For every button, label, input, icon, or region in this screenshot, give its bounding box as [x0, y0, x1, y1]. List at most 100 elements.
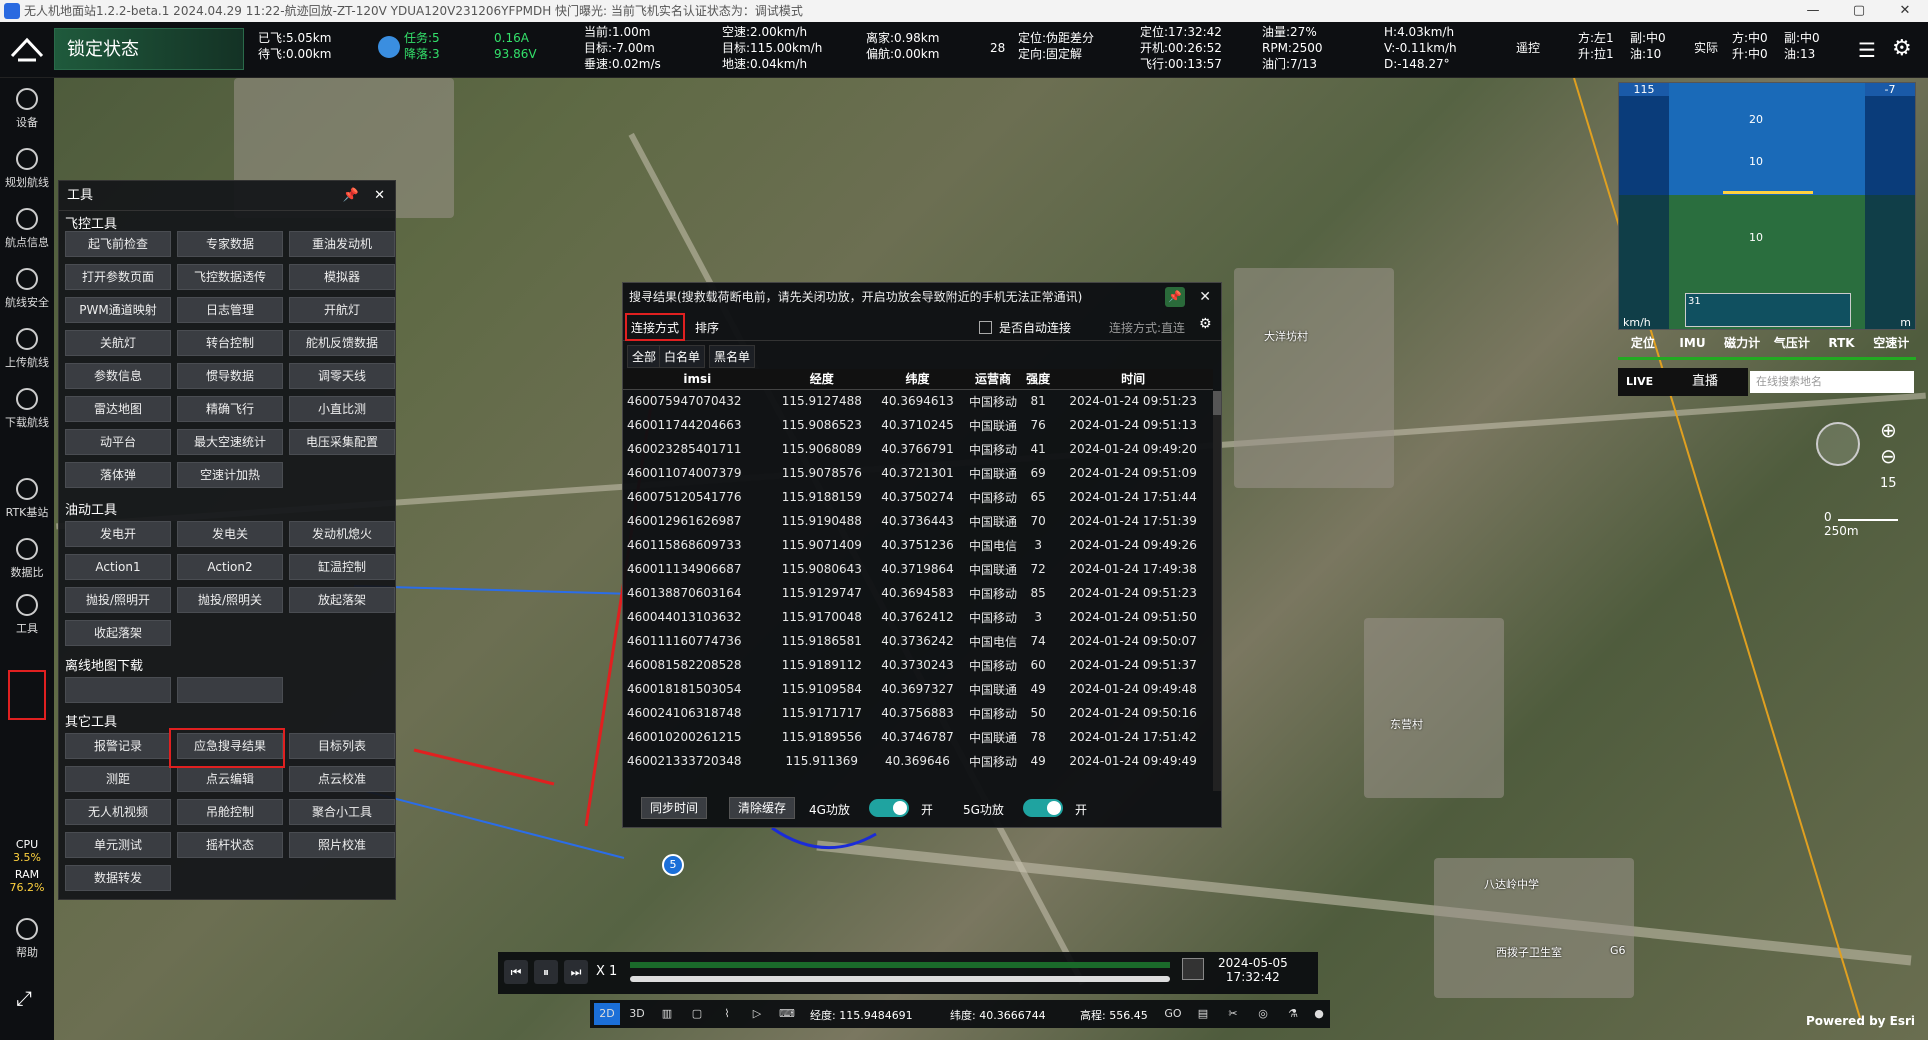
fc-tool-button[interactable]: 小直比测 [289, 396, 395, 422]
table-row[interactable]: 460081582208528 115.9189112 40.3730243 中国移动… [623, 653, 1213, 677]
oil-tool-button[interactable]: Action1 [65, 554, 171, 580]
other-tool-button[interactable]: 照片校准 [289, 832, 395, 858]
other-tool-button[interactable]: 测距 [65, 766, 171, 792]
nav-tools[interactable]: 工具 [0, 594, 54, 636]
table-row[interactable]: 460044013103632 115.9170048 40.3762412 中国移动… [623, 605, 1213, 629]
fc-tool-button[interactable]: 模拟器 [289, 264, 395, 290]
table-row[interactable]: 460021333720348 115.911369 40.369646 中国移动 49… [623, 749, 1213, 773]
table-row[interactable]: 460024106318748 115.9171717 40.3756883 中国移动… [623, 701, 1213, 725]
offline-tool-button[interactable] [177, 677, 283, 703]
fc-tool-button[interactable]: 落体弹 [65, 462, 171, 488]
pause-button[interactable]: ⏸ [534, 960, 558, 984]
keyboard-icon[interactable]: ⌨ [774, 1003, 800, 1025]
fc-tool-button[interactable]: 调零天线 [289, 363, 395, 389]
other-tool-button[interactable]: 点云编辑 [177, 766, 283, 792]
fc-tool-button[interactable]: 舵机反馈数据 [289, 330, 395, 356]
measure-icon[interactable]: ⌇ [714, 1003, 740, 1025]
fc-tool-button[interactable]: 起飞前检查 [65, 231, 171, 257]
other-tool-button[interactable]: 无人机视频 [65, 799, 171, 825]
globe-icon[interactable]: ● [1306, 1003, 1332, 1025]
filter-all[interactable]: 全部 [627, 345, 662, 368]
table-scrollbar[interactable] [1213, 391, 1221, 791]
table-row[interactable]: 460018181503054 115.9109584 40.3697327 中国联通… [623, 677, 1213, 701]
table-row[interactable]: 460010200261215 115.9189556 40.3746787 中国联通… [623, 725, 1213, 749]
oil-tool-button[interactable]: 发电关 [177, 521, 283, 547]
go-button[interactable]: GO [1160, 1003, 1186, 1025]
zoom-out-button[interactable]: ⊖ [1880, 444, 1897, 468]
other-tool-button[interactable]: 吊舱控制 [177, 799, 283, 825]
table-row[interactable]: 460011134906687 115.9080643 40.3719864 中国联通… [623, 557, 1213, 581]
column-header[interactable]: 时间 [1053, 369, 1213, 390]
oil-tool-button[interactable]: Action2 [177, 554, 283, 580]
zoom-in-button[interactable]: ⊕ [1880, 418, 1897, 442]
nav-help[interactable]: 帮助 [0, 918, 54, 960]
column-header[interactable]: 经度 [771, 369, 873, 390]
other-tool-button[interactable]: 聚合小工具 [289, 799, 395, 825]
fc-tool-button[interactable]: 转台控制 [177, 330, 283, 356]
close-icon[interactable]: ✕ [1882, 0, 1928, 22]
gear-icon[interactable]: ⚙ [1892, 36, 1912, 61]
g5-toggle[interactable] [1023, 799, 1063, 817]
oil-tool-button[interactable]: 放起落架 [289, 587, 395, 613]
fc-tool-button[interactable]: 电压采集配置 [289, 429, 395, 455]
oil-tool-button[interactable]: 发电开 [65, 521, 171, 547]
mode-2d-button[interactable]: 2D [594, 1003, 620, 1025]
sliders-icon[interactable]: ☰ [1858, 38, 1876, 62]
other-tool-button[interactable]: 报警记录 [65, 733, 171, 759]
maximize-icon[interactable]: ▢ [1836, 0, 1882, 22]
rewind-button[interactable]: ⏮ [504, 960, 528, 984]
fc-tool-button[interactable]: 飞控数据透传 [177, 264, 283, 290]
oil-tool-button[interactable]: 缸温控制 [289, 554, 395, 580]
flask-icon[interactable]: ⚗ [1280, 1003, 1306, 1025]
nav-route-safety[interactable]: 航线安全 [0, 268, 54, 310]
mode-3d-button[interactable]: 3D [624, 1003, 650, 1025]
fc-tool-button[interactable]: 惯导数据 [177, 363, 283, 389]
fc-tool-button[interactable]: 日志管理 [177, 297, 283, 323]
other-tool-button[interactable]: 目标列表 [289, 733, 395, 759]
arrow-icon[interactable]: ▷ [744, 1003, 770, 1025]
column-header[interactable]: 运营商 [962, 369, 1024, 390]
table-row[interactable]: 460011744204663 115.9086523 40.3710245 中国联通… [623, 413, 1213, 437]
minimize-icon[interactable]: — [1790, 0, 1836, 22]
layer-icon[interactable]: ▢ [684, 1003, 710, 1025]
filter-whitelist[interactable]: 白名单 [659, 345, 706, 368]
g4-toggle[interactable] [869, 799, 909, 817]
other-tool-button[interactable]: 数据转发 [65, 865, 171, 891]
table-row[interactable]: 460115868609733 115.9071409 40.3751236 中国电信… [623, 533, 1213, 557]
column-header[interactable]: imsi [623, 369, 772, 390]
column-header[interactable]: 纬度 [872, 369, 963, 390]
place-search-input[interactable]: 在线搜索地名 [1750, 371, 1914, 393]
fc-tool-button[interactable]: 打开参数页面 [65, 264, 171, 290]
layout-icon[interactable]: ▥ [654, 1003, 680, 1025]
table-row[interactable]: 460075120541776 115.9188159 40.3750274 中国移动… [623, 485, 1213, 509]
other-tool-button[interactable]: 点云校准 [289, 766, 395, 792]
fc-tool-button[interactable]: 最大空速统计 [177, 429, 283, 455]
auto-connect-checkbox[interactable] [979, 321, 992, 334]
playback-speed[interactable]: X 1 [596, 964, 617, 979]
nav-download-route[interactable]: 下载航线 [0, 388, 54, 430]
table-row[interactable]: 460075947070432 115.9127488 40.3694613 中国移动… [623, 389, 1213, 413]
live-stream[interactable]: LIVE 直播 [1618, 368, 1748, 396]
table-row[interactable]: 460023285401711 115.9068089 40.3766791 中国移动… [623, 437, 1213, 461]
other-tool-button[interactable]: 单元测试 [65, 832, 171, 858]
fc-tool-button[interactable]: 精确飞行 [177, 396, 283, 422]
fullscreen-icon[interactable]: ⤢ [16, 986, 32, 1010]
close-icon[interactable]: ✕ [374, 181, 385, 211]
filter-blacklist[interactable]: 黑名单 [709, 345, 756, 368]
tools-icon[interactable]: ✂ [1220, 1003, 1246, 1025]
fc-tool-button[interactable]: 重油发动机 [289, 231, 395, 257]
sync-time-button[interactable]: 同步时间 [641, 797, 708, 819]
fc-tool-button[interactable]: 开航灯 [289, 297, 395, 323]
clear-cache-button[interactable]: 清除缓存 [729, 797, 796, 819]
table-row[interactable]: 460111160774736 115.9186581 40.3736242 中国电信… [623, 629, 1213, 653]
compass-icon[interactable] [1816, 422, 1860, 466]
offline-tool-button[interactable] [65, 677, 171, 703]
gear-icon[interactable]: ⚙ [1199, 316, 1212, 332]
column-header[interactable]: 强度 [1023, 369, 1054, 390]
fc-tool-button[interactable]: 专家数据 [177, 231, 283, 257]
forward-button[interactable]: ⏭ [564, 960, 588, 984]
oil-tool-button[interactable]: 收起落架 [65, 620, 171, 646]
close-icon[interactable]: ✕ [1199, 283, 1211, 311]
oil-tool-button[interactable]: 抛投/照明开 [65, 587, 171, 613]
nav-device[interactable]: 设备 [0, 88, 54, 130]
